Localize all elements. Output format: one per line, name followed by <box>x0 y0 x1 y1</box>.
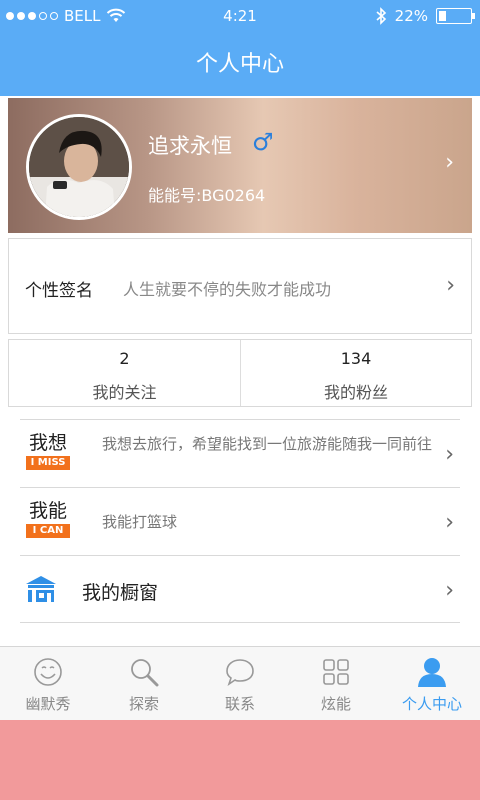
tab-explore[interactable]: 探索 <box>96 647 192 720</box>
i-can-tag: 我能 I CAN <box>26 500 70 538</box>
followers-label: 我的粉丝 <box>323 383 388 402</box>
profile-name: 追求永恒 <box>148 134 232 158</box>
male-icon: ♂ <box>252 128 274 156</box>
battery-percent: 22% <box>394 7 428 25</box>
profile-menu-list: 我想 I MISS 我想去旅行，希望能找到一位旅游能随我一同前往 › 我能 I … <box>20 419 460 623</box>
bluetooth-icon <box>376 7 386 25</box>
grid-icon <box>323 659 349 685</box>
i-can-title: 我能 <box>28 500 67 522</box>
i-can-text: 我能打篮球 <box>102 513 178 531</box>
following-label: 我的关注 <box>92 383 157 402</box>
stats-panel: 2 我的关注 134 我的粉丝 <box>8 339 472 407</box>
i-miss-badge: I MISS <box>26 456 70 470</box>
stat-followers[interactable]: 134 我的粉丝 <box>240 340 471 406</box>
avatar-photo <box>29 117 129 217</box>
chevron-right-icon: › <box>445 150 454 175</box>
page-title: 个人中心 <box>195 52 284 77</box>
tab-label: 个人中心 <box>401 695 462 713</box>
tab-profile[interactable]: 个人中心 <box>384 647 480 720</box>
tab-label: 探索 <box>128 695 159 713</box>
i-miss-text: 我想去旅行，希望能找到一位旅游能随我一同前往 <box>102 435 433 453</box>
followers-count: 134 <box>340 349 372 368</box>
i-miss-tag: 我想 I MISS <box>26 432 70 470</box>
tab-label: 联系 <box>224 695 255 713</box>
smiley-icon <box>34 658 62 686</box>
profile-card[interactable]: 追求永恒 ♂ 能能号:BG0264 › <box>8 98 472 233</box>
search-icon <box>131 659 159 687</box>
signature-row[interactable]: 个性签名 人生就要不停的失败才能成功 › <box>8 238 472 334</box>
chevron-right-icon: › <box>445 442 454 467</box>
tab-label: 炫能 <box>320 695 351 713</box>
tab-humor-show[interactable]: 幽默秀 <box>0 647 96 720</box>
profile-id: 能能号:BG0264 <box>148 186 266 205</box>
status-bar: BELL 4:21 22% <box>0 0 480 32</box>
chevron-right-icon: › <box>446 273 455 298</box>
battery-icon <box>436 8 475 24</box>
avatar[interactable] <box>26 114 132 220</box>
i-miss-title: 我想 <box>28 432 67 454</box>
following-count: 2 <box>119 349 130 368</box>
chat-bubble-icon <box>226 659 254 686</box>
person-icon <box>418 658 446 687</box>
stat-following[interactable]: 2 我的关注 <box>9 340 240 406</box>
tab-bar: 幽默秀 探索 联系 炫能 个人中心 <box>0 646 480 720</box>
tab-talent[interactable]: 炫能 <box>288 647 384 720</box>
list-item-showcase[interactable]: 我的橱窗 › <box>20 555 460 623</box>
app-screen: BELL 4:21 22% 个人中心 追求永恒 ♂ 能能号:BG0264 › 个… <box>0 0 480 720</box>
list-item-i-miss[interactable]: 我想 I MISS 我想去旅行，希望能找到一位旅游能随我一同前往 › <box>20 419 460 487</box>
chevron-right-icon: › <box>445 578 454 603</box>
list-item-i-can[interactable]: 我能 I CAN 我能打篮球 › <box>20 487 460 555</box>
showcase-label: 我的橱窗 <box>82 582 159 604</box>
shop-icon <box>26 576 56 602</box>
chevron-right-icon: › <box>445 510 454 535</box>
tab-label: 幽默秀 <box>25 695 71 713</box>
tab-contact[interactable]: 联系 <box>192 647 288 720</box>
top-bar: BELL 4:21 22% 个人中心 <box>0 0 480 96</box>
signature-text: 人生就要不停的失败才能成功 <box>123 280 332 299</box>
i-can-badge: I CAN <box>26 524 70 538</box>
signature-label: 个性签名 <box>25 281 93 301</box>
